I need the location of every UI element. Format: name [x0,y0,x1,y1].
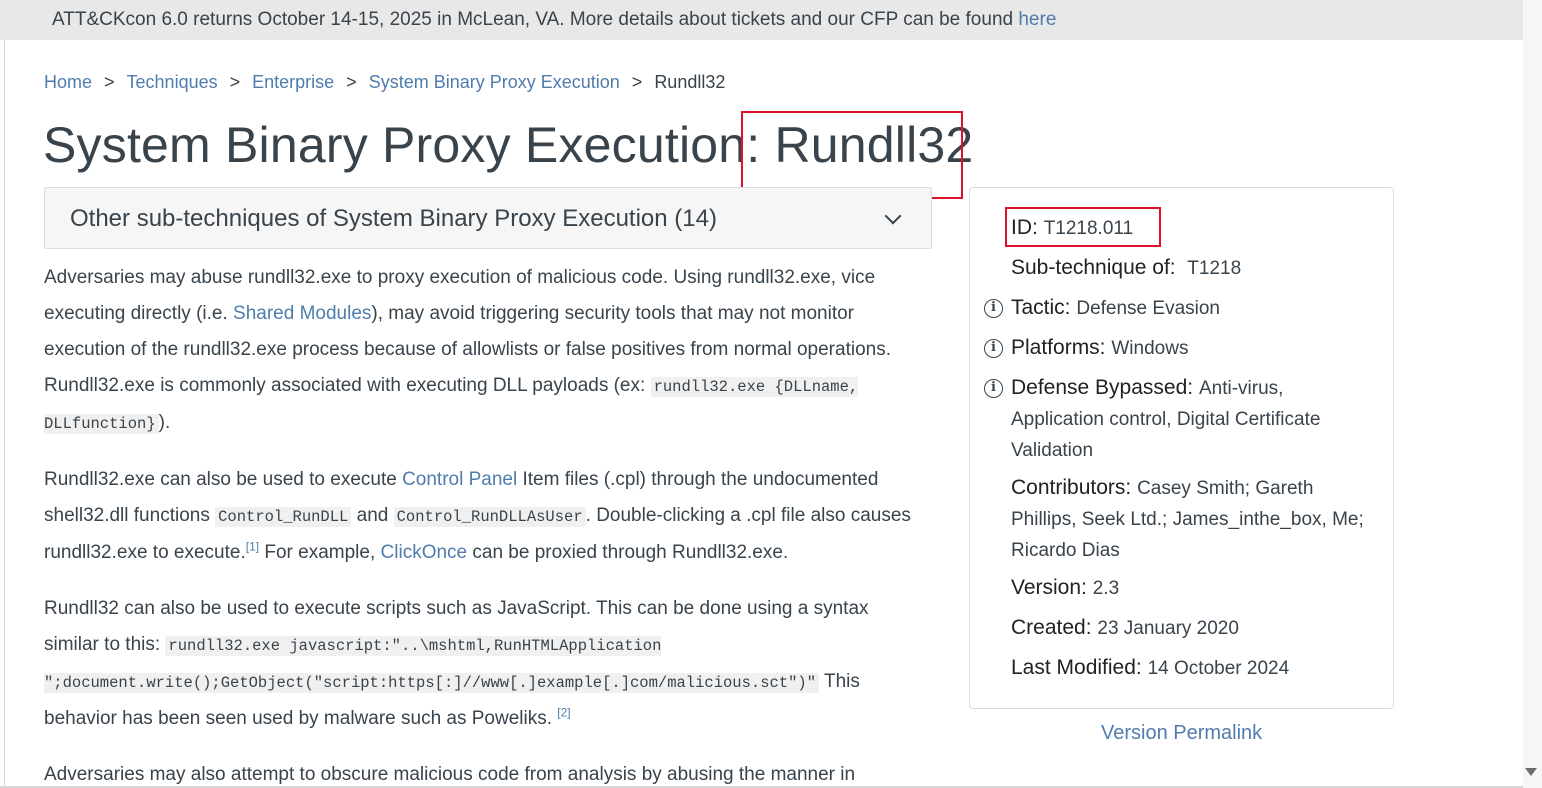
description-paragraph: Adversaries may also attempt to obscure … [44,757,924,788]
info-icon[interactable]: i [984,299,1003,318]
info-icon[interactable]: i [984,379,1003,398]
breadcrumb-techniques[interactable]: Techniques [127,72,218,92]
description-paragraph: Rundll32 can also be used to execute scr… [44,591,924,737]
chevron-down-icon [884,207,902,225]
code-snippet: Control_RunDLL [215,507,352,527]
defense-bypassed-label: Defense Bypassed: [1011,376,1194,399]
id-highlight-box [1005,207,1161,247]
created-row: Created: 23 January 2020 [1011,613,1371,644]
shared-modules-link[interactable]: Shared Modules [233,303,371,324]
breadcrumb-separator: > [346,72,357,92]
contributors-label: Contributors: [1011,476,1132,499]
platforms-row: Platforms: Windows [1011,333,1371,364]
sub-techniques-dropdown[interactable]: Other sub-techniques of System Binary Pr… [44,187,932,249]
last-modified-row: Last Modified: 14 October 2024 [1011,653,1371,684]
breadcrumb-separator: > [104,72,115,92]
created-label: Created: [1011,616,1092,639]
text-span: Adversaries may also attempt to obscure … [44,764,856,785]
vertical-scrollbar[interactable] [1523,0,1542,788]
text-span: can be proxied through Rundll32.exe. [467,542,789,563]
announcement-banner: ATT&CKcon 6.0 returns October 14-15, 202… [0,0,1523,40]
technique-description: Adversaries may abuse rundll32.exe to pr… [44,260,924,788]
banner-link[interactable]: here [1018,9,1056,30]
parent-technique-link[interactable]: T1218 [1187,258,1241,279]
dropdown-label: Other sub-techniques of System Binary Pr… [70,205,717,232]
breadcrumb-home[interactable]: Home [44,72,92,92]
code-snippet: Control_RunDLLAsUser [393,507,586,527]
breadcrumb-separator: > [229,72,241,92]
text-span: For example, [259,542,381,563]
defense-bypassed-row: Defense Bypassed: Anti-virus, Applicatio… [1011,373,1371,466]
control-panel-link[interactable]: Control Panel [402,469,517,490]
tactic-link[interactable]: Defense Evasion [1076,298,1220,319]
last-modified-value: 14 October 2024 [1147,658,1290,679]
version-label: Version: [1011,576,1087,599]
breadcrumb-enterprise[interactable]: Enterprise [252,72,334,92]
tactic-row: Tactic: Defense Evasion [1011,293,1371,324]
platforms-value: Windows [1111,338,1189,359]
contributors-row: Contributors: Casey Smith; Gareth Philli… [1011,473,1371,566]
clickonce-link[interactable]: ClickOnce [381,542,468,563]
info-icon[interactable]: i [984,339,1003,358]
created-value: 23 January 2020 [1097,618,1239,639]
description-paragraph: Rundll32.exe can also be used to execute… [44,462,924,571]
last-modified-label: Last Modified: [1011,656,1142,679]
scroll-down-arrow-icon[interactable] [1525,768,1537,776]
subtechnique-label: Sub-technique of: [1011,256,1176,279]
platforms-label: Platforms: [1011,336,1106,359]
page-left-border [4,40,5,788]
banner-text: ATT&CKcon 6.0 returns October 14-15, 202… [52,9,1056,31]
citation-link[interactable]: [1] [246,540,259,554]
text-span: Rundll32.exe can also be used to execute [44,469,403,490]
page-title-prefix: System Binary Proxy Execution: [43,117,775,173]
description-paragraph: Adversaries may abuse rundll32.exe to pr… [44,260,924,442]
version-value: 2.3 [1092,578,1120,599]
version-permalink-link[interactable]: Version Permalink [1101,722,1262,745]
breadcrumb-separator: > [631,72,643,92]
text-span: and [351,505,394,526]
banner-message: ATT&CKcon 6.0 returns October 14-15, 202… [52,9,1019,30]
tactic-label: Tactic: [1011,296,1071,319]
breadcrumb: Home > Techniques > Enterprise > System Binary… [44,72,725,93]
citation-link[interactable]: [2] [557,706,570,720]
subtechnique-row: Sub-technique of: T1218 [1011,253,1371,284]
title-highlight-box [741,111,963,199]
breadcrumb-parent-technique[interactable]: System Binary Proxy Execution [369,72,620,92]
breadcrumb-current: Rundll32 [654,72,726,92]
text-span: ). [158,412,171,433]
version-row: Version: 2.3 [1011,573,1371,604]
technique-info-card: ID: T1218.011 Sub-technique of: T1218 i … [969,187,1394,709]
